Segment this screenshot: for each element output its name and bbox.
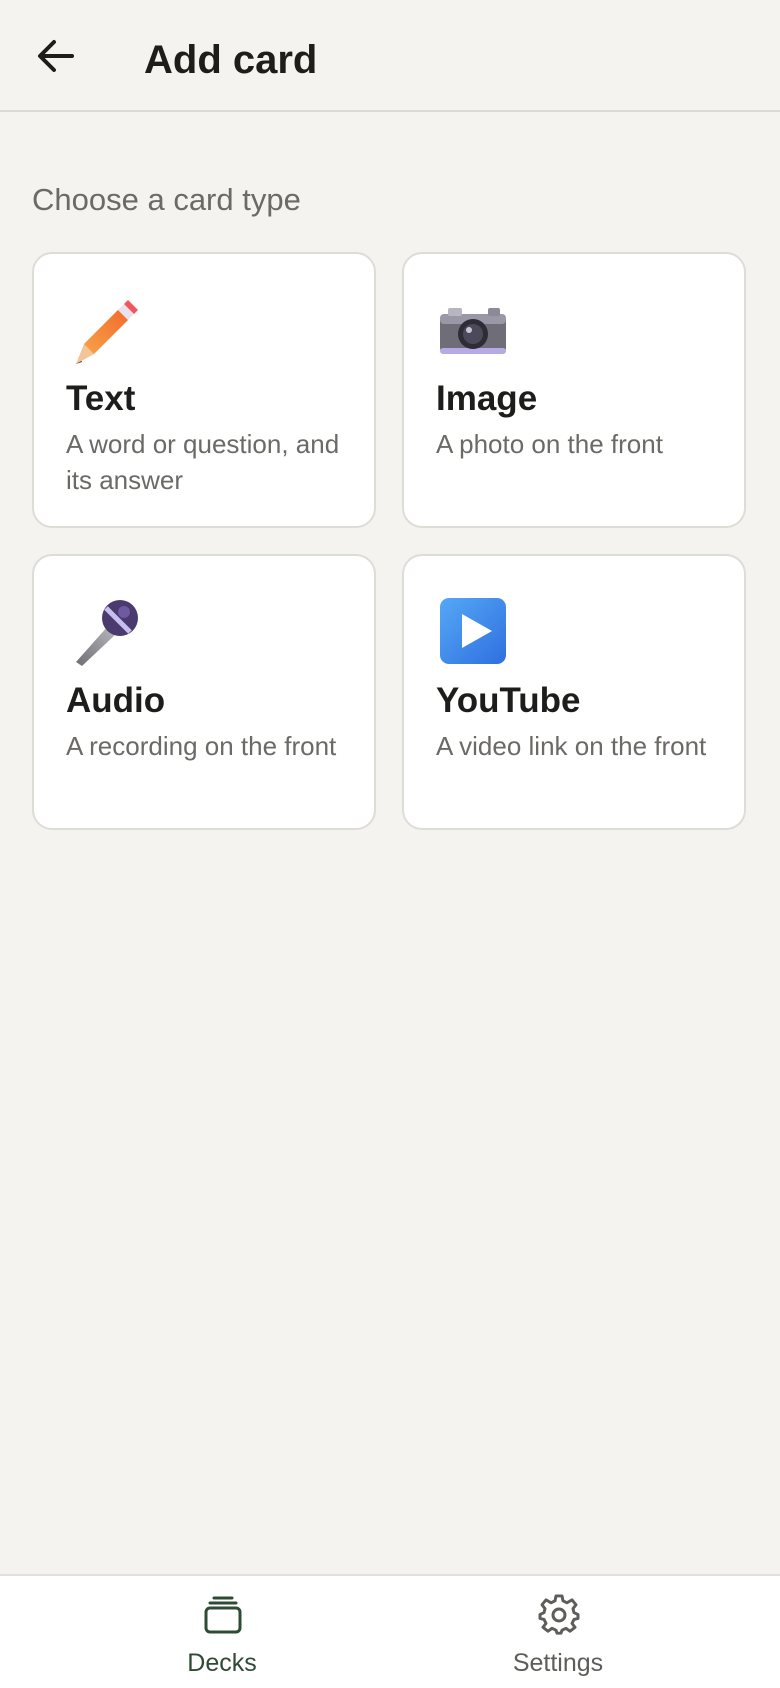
card-title: Audio	[66, 681, 166, 720]
pencil-icon	[76, 300, 138, 364]
card-description: A word or question, and its answer	[66, 429, 340, 495]
back-button[interactable]	[26, 26, 86, 86]
card-title: Text	[66, 379, 136, 418]
app-header: Add card	[0, 0, 780, 112]
card-title: YouTube	[436, 681, 581, 720]
card-title: Image	[436, 379, 538, 418]
card-description: A video link on the front	[436, 731, 707, 761]
card-description: A recording on the front	[66, 731, 337, 761]
nav-label: Decks	[187, 1649, 257, 1677]
microphone-icon	[76, 600, 138, 666]
gear-icon	[538, 1594, 580, 1635]
card-type-audio[interactable]: Audio A recording on the front	[32, 554, 376, 830]
decks-icon	[204, 1596, 242, 1634]
bottom-navigation: Decks Settings	[0, 1574, 780, 1688]
camera-icon	[440, 308, 506, 354]
nav-item-decks[interactable]: Decks	[122, 1576, 322, 1688]
nav-label: Settings	[512, 1649, 604, 1677]
page-title: Add card	[144, 38, 318, 82]
card-type-image[interactable]: Image A photo on the front	[402, 252, 746, 528]
arrow-left-icon	[38, 40, 74, 72]
section-label: Choose a card type	[32, 182, 301, 217]
play-button-icon	[440, 598, 506, 664]
nav-item-settings[interactable]: Settings	[458, 1576, 658, 1688]
card-type-text[interactable]: Text A word or question, and its answer	[32, 252, 376, 528]
card-type-youtube[interactable]: YouTube A video link on the front	[402, 554, 746, 830]
card-description: A photo on the front	[436, 429, 663, 459]
